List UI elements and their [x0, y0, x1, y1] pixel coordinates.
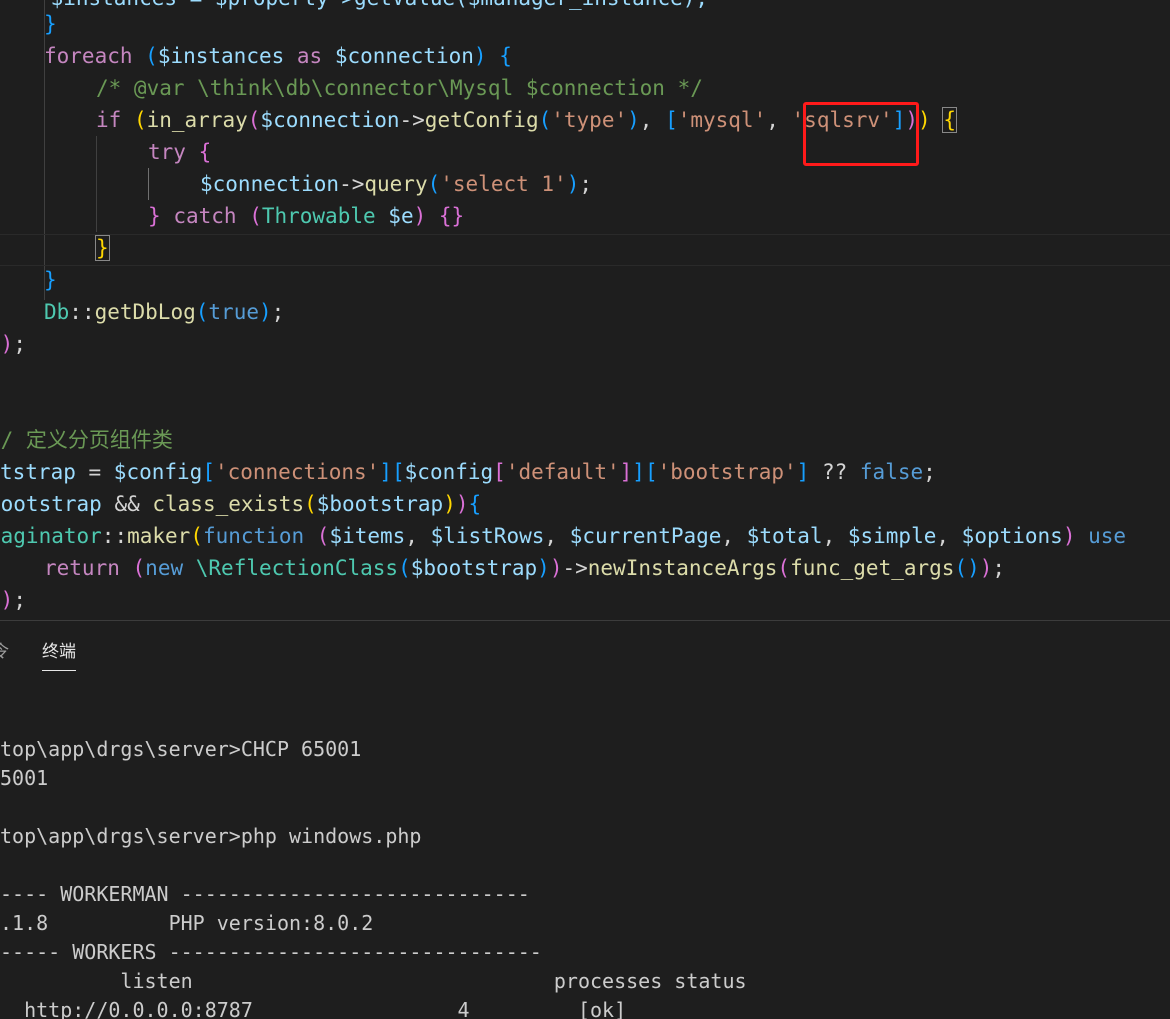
terminal-line: listen processes status [0, 969, 747, 993]
code-line: foreach ($instances as $connection) { [44, 44, 512, 68]
terminal-line: top\app\drgs\server>php windows.php [0, 824, 422, 848]
code-line: } catch (Throwable $e) {} [148, 204, 465, 228]
code-line: }); [0, 588, 26, 612]
code-line: // 定义分页组件类 [0, 424, 173, 456]
code-comment: /* @var \think\db\connector\Mysql $conne… [96, 76, 703, 100]
terminal-line: ----- WORKERS --------------------------… [0, 940, 542, 964]
terminal-line: ---- WORKERMAN -------------------------… [0, 882, 530, 906]
code-line: return (new \ReflectionClass($bootstrap)… [44, 556, 1006, 580]
bottom-panel: 令 终端 top\app\drgs\server>CHCP 65001 5001… [0, 620, 1170, 1019]
indent-guide [96, 136, 97, 232]
terminal-line: 5001 [0, 766, 49, 790]
code-text: $instances = $property->getValue($manage… [0, 0, 708, 10]
code-line: /* @var \think\db\connector\Mysql $conne… [96, 72, 703, 104]
terminal-line: .1.8 PHP version:8.0.2 [0, 911, 374, 935]
indent-guide-active [148, 168, 149, 200]
code-editor[interactable]: $instances = $property->getValue($manage… [0, 0, 1170, 620]
code-line: Paginator::maker(function ($items, $list… [0, 524, 1127, 548]
code-text: } [44, 12, 57, 36]
terminal-line: top\app\drgs\server>CHCP 65001 [0, 737, 362, 761]
code-line: tstrap = $config['connections'][$config[… [0, 460, 936, 484]
code-line: } [44, 268, 57, 292]
code-line: } [44, 8, 57, 40]
code-comment: // 定义分页组件类 [0, 428, 173, 452]
code-line: try { [148, 140, 212, 164]
current-line-highlight [0, 234, 1170, 266]
code-line: $instances = $property->getValue($manage… [0, 0, 708, 14]
annotation-highlight-box [803, 102, 919, 166]
terminal-output[interactable]: top\app\drgs\server>CHCP 65001 5001 top\… [0, 621, 1170, 1019]
code-line: Db::getDbLog(true); [44, 300, 285, 324]
code-line: } [95, 235, 110, 261]
terminal-line: http://0.0.0.0:8787 4 [ok] [0, 998, 627, 1019]
code-line: $connection->query('select 1'); [200, 172, 592, 196]
code-line: }); [0, 332, 26, 356]
code-line: bootstrap && class_exists($bootstrap)){ [0, 492, 482, 516]
